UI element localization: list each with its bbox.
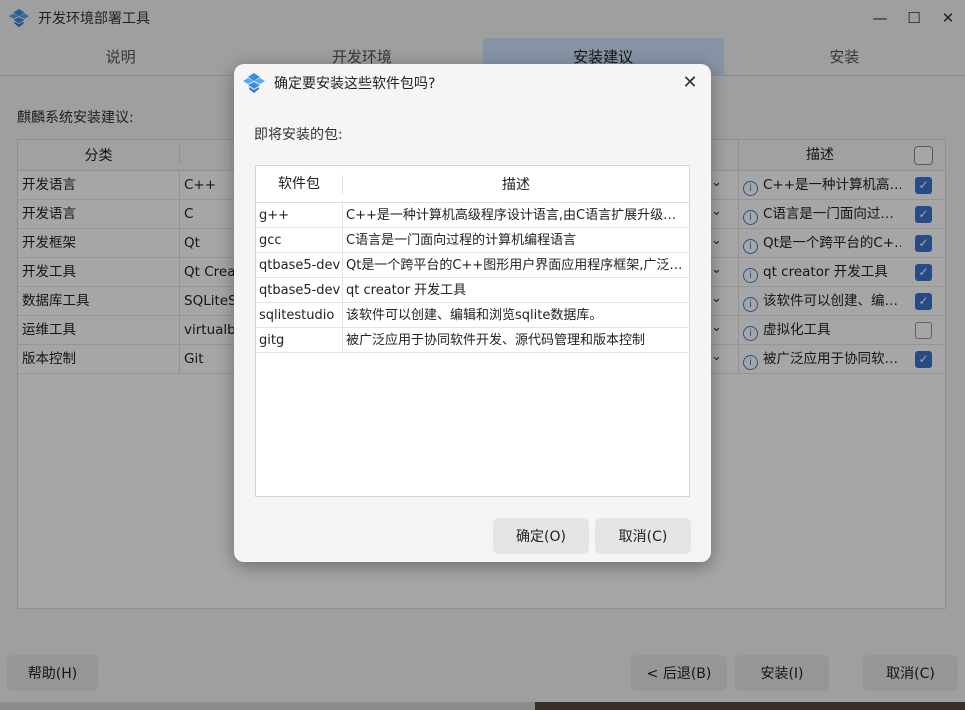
ok-button[interactable]: 确定(O) [493, 518, 589, 554]
package-row[interactable]: qtbase5-dev Qt是一个跨平台的C++图形用户界面应用程序框架,广泛… [256, 252, 689, 278]
cell-package: gcc [256, 227, 343, 253]
cell-package: gitg [256, 327, 343, 353]
dialog-cancel-button[interactable]: 取消(C) [595, 518, 691, 554]
cell-description: Qt是一个跨平台的C++图形用户界面应用程序框架,广泛… [346, 257, 683, 273]
package-row[interactable]: g++ C++是一种计算机高级程序设计语言,由C语言扩展升级… [256, 202, 689, 228]
dialog-label: 即将安装的包: [254, 127, 343, 143]
header-description: 描述 [502, 177, 530, 193]
cell-description: C语言是一门面向过程的计算机编程语言 [346, 232, 577, 248]
dialog-title: 确定要安装这些软件包吗? [274, 76, 436, 92]
header-package: 软件包 [256, 174, 343, 194]
dialog-header: 确定要安装这些软件包吗? [234, 64, 711, 102]
cell-description: qt creator 开发工具 [346, 282, 467, 298]
confirm-dialog: 确定要安装这些软件包吗? ✕ 即将安装的包: 软件包 描述 g++ C++是一种计… [234, 64, 711, 562]
package-table-header: 软件包 描述 [256, 166, 689, 203]
package-table: 软件包 描述 g++ C++是一种计算机高级程序设计语言,由C语言扩展升级… gcc… [255, 165, 690, 497]
package-row[interactable]: qtbase5-dev qt creator 开发工具 [256, 277, 689, 303]
close-icon[interactable]: ✕ [679, 72, 701, 94]
package-row[interactable]: gcc C语言是一门面向过程的计算机编程语言 [256, 227, 689, 253]
package-row[interactable]: sqlitestudio 该软件可以创建、编辑和浏览sqlite数据库。 [256, 302, 689, 328]
cell-package: g++ [256, 202, 343, 228]
package-row[interactable]: gitg 被广泛应用于协同软件开发、源代码管理和版本控制 [256, 327, 689, 353]
cell-package: qtbase5-dev [256, 252, 343, 278]
cell-description: 该软件可以创建、编辑和浏览sqlite数据库。 [346, 307, 603, 323]
cell-package: sqlitestudio [256, 302, 343, 328]
cell-description: 被广泛应用于协同软件开发、源代码管理和版本控制 [346, 332, 646, 348]
cell-package: qtbase5-dev [256, 277, 343, 303]
cell-description: C++是一种计算机高级程序设计语言,由C语言扩展升级… [346, 207, 677, 223]
app-logo-icon [243, 73, 265, 93]
